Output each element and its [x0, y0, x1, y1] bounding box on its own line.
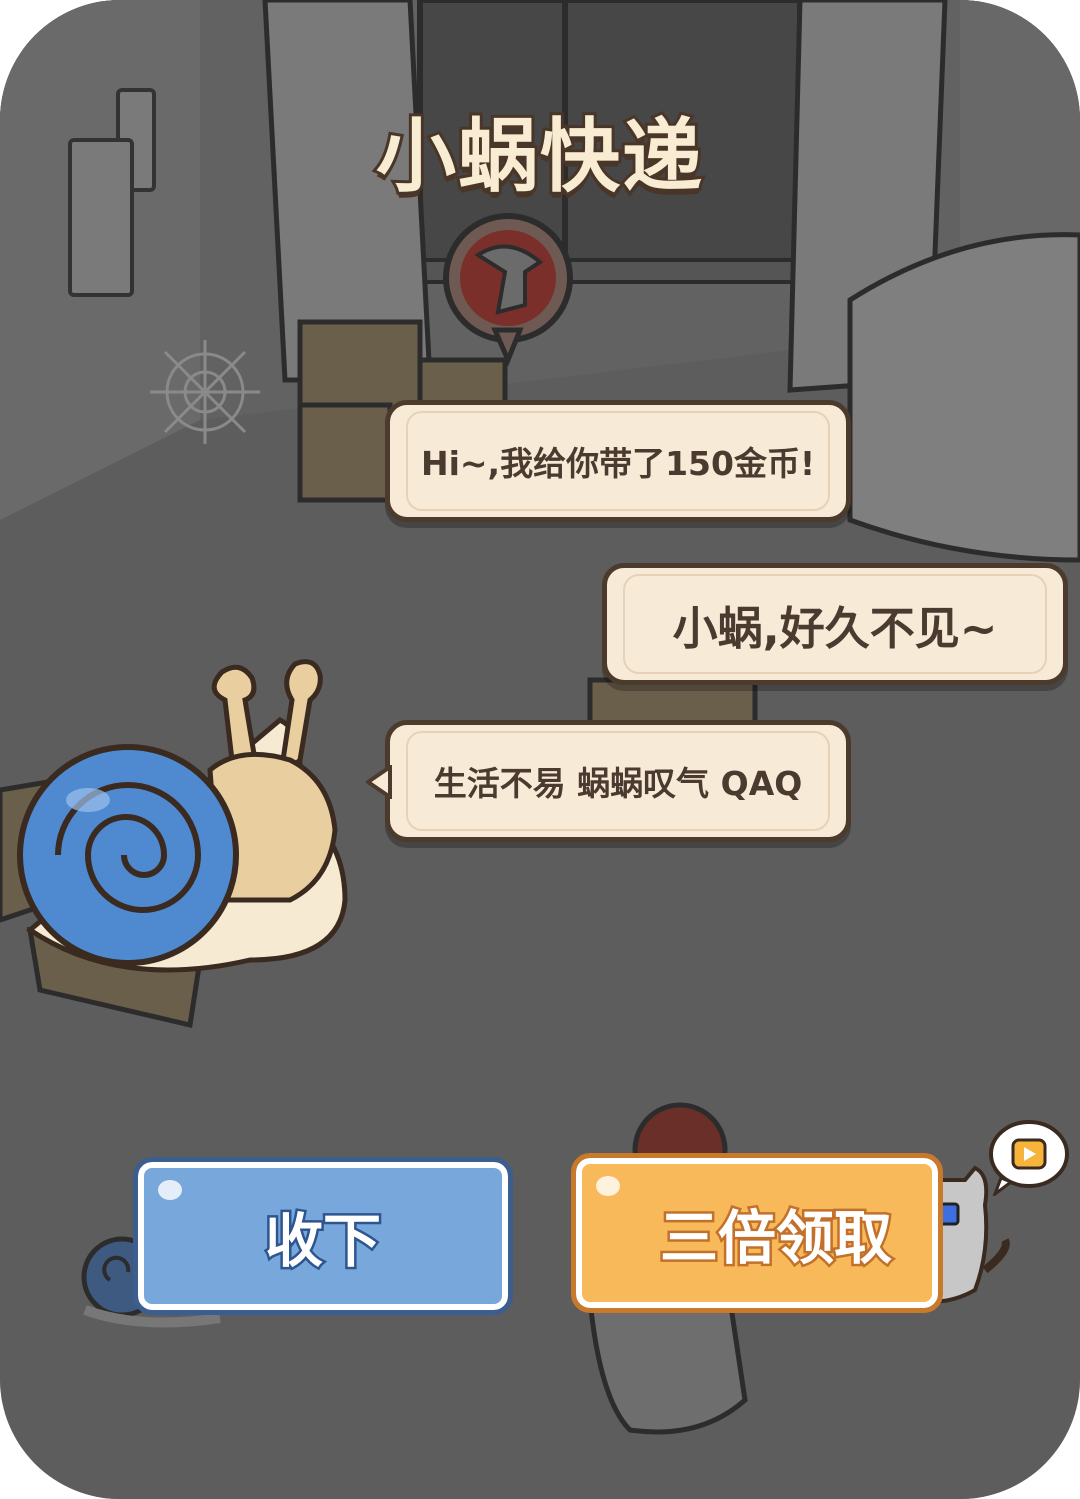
triple-claim-button-label: 三倍领取 — [657, 1202, 894, 1275]
game-screen: 小蜗快递 Hi~,我给你带了150金币! 小蜗,好久不见~ 生活不易 蜗蜗叹气 … — [0, 0, 1080, 1499]
accept-button-label: 收下 — [262, 1205, 383, 1278]
dialog-bubble-greeting: 小蜗,好久不见~ — [602, 563, 1068, 685]
dialog-text: Hi~,我给你带了150金币! — [420, 444, 816, 483]
shine-highlight — [596, 1176, 620, 1196]
triple-claim-button[interactable]: 三倍领取 — [571, 1153, 943, 1313]
dialog-text: 生活不易 蜗蜗叹气 QAQ — [433, 764, 803, 803]
video-ad-icon[interactable] — [987, 1120, 1071, 1196]
dialog-text: 小蜗,好久不见~ — [672, 601, 998, 655]
shine-highlight — [158, 1180, 182, 1200]
dialog-bubble-gift: Hi~,我给你带了150金币! — [385, 400, 851, 522]
page-title: 小蜗快递 — [373, 107, 705, 206]
speech-tail-icon — [366, 765, 392, 799]
accept-button[interactable]: 收下 — [133, 1157, 513, 1315]
dialog-bubble-sigh: 生活不易 蜗蜗叹气 QAQ — [385, 720, 851, 842]
